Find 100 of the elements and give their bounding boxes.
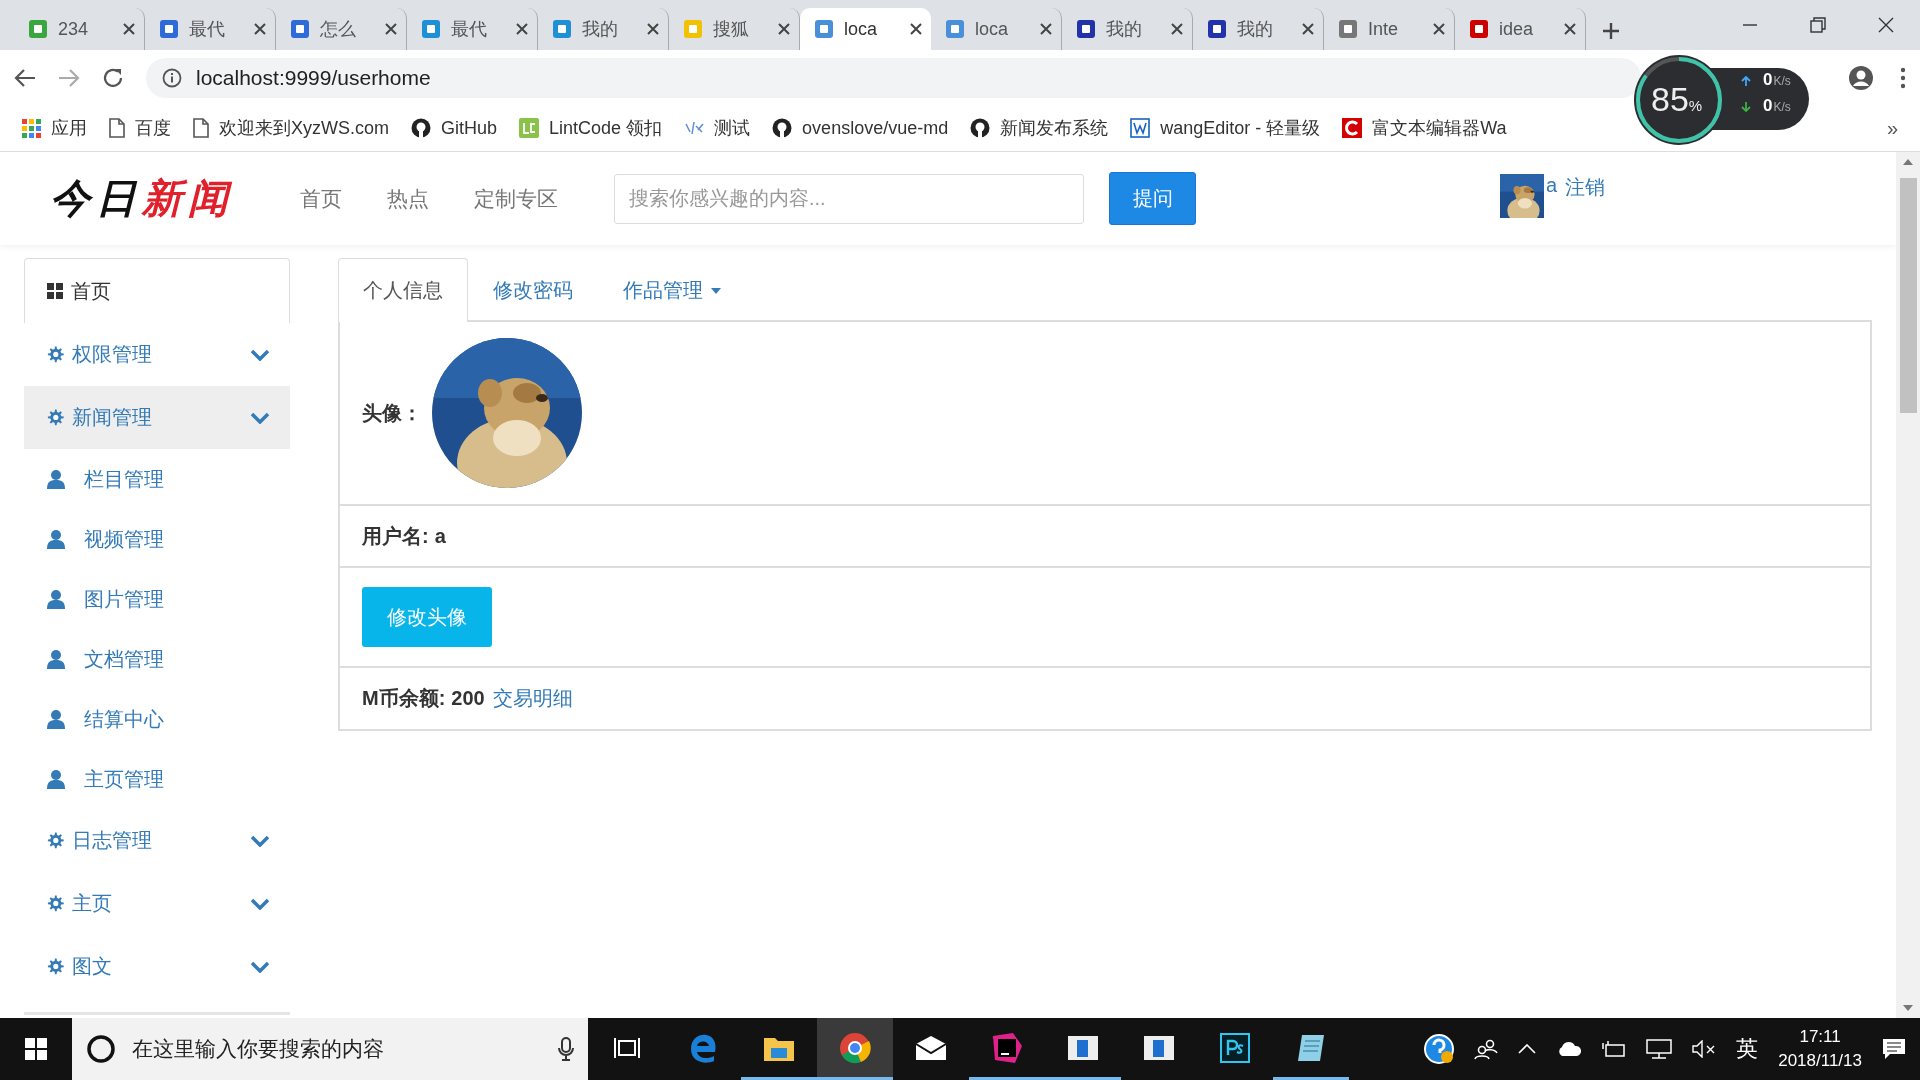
- close-icon[interactable]: [122, 22, 136, 36]
- site-icon: [1076, 19, 1096, 39]
- sidebar-item[interactable]: 图文: [24, 935, 290, 998]
- github-icon: [970, 118, 991, 138]
- apps-icon: [22, 118, 41, 138]
- menu-icon[interactable]: [1900, 66, 1906, 89]
- sidebar-subitem[interactable]: 图片管理: [24, 569, 290, 629]
- network-icon[interactable]: [1646, 1039, 1673, 1059]
- input-method-indicator[interactable]: 英: [1736, 1034, 1759, 1064]
- bookmark-link[interactable]: 新闻发布系统: [1000, 116, 1109, 140]
- nav-link[interactable]: 定制专区: [474, 184, 558, 213]
- sidebar-subitem[interactable]: 主页管理: [24, 749, 290, 809]
- cloud-icon[interactable]: [1556, 1041, 1583, 1057]
- bookmark-link[interactable]: ovenslove/vue-md: [802, 117, 949, 139]
- page-icon: [193, 118, 209, 138]
- field-label: M币余额:: [362, 686, 446, 711]
- window-icon[interactable]: [1143, 1034, 1175, 1061]
- clock-time[interactable]: 17:11: [1799, 1025, 1841, 1049]
- nav-link[interactable]: 首页: [300, 184, 342, 213]
- help-icon[interactable]: [1424, 1034, 1455, 1064]
- close-icon[interactable]: [1039, 22, 1053, 36]
- bookmark-link[interactable]: GitHub: [441, 117, 498, 139]
- reload-icon[interactable]: [102, 66, 124, 89]
- content-tab[interactable]: 作品管理: [598, 258, 746, 322]
- tab-title: 我的: [582, 18, 619, 41]
- caret-icon: [711, 287, 721, 294]
- person-icon: [46, 469, 66, 489]
- upload-speed: 0K/s: [1763, 70, 1791, 90]
- site-icon: [290, 19, 310, 39]
- sidebar-item[interactable]: 主页: [24, 872, 290, 935]
- battery-icon[interactable]: [1602, 1040, 1627, 1058]
- scrollbar-thumb[interactable]: [1899, 178, 1917, 413]
- sidebar-item[interactable]: 首页: [24, 258, 290, 323]
- nav-link[interactable]: 热点: [387, 184, 429, 213]
- close-icon[interactable]: [384, 22, 398, 36]
- site-icon: [814, 19, 834, 39]
- ask-button[interactable]: 提问: [1109, 172, 1196, 225]
- bookmark-link[interactable]: 百度: [135, 116, 171, 140]
- microphone-icon[interactable]: [558, 1037, 574, 1061]
- taskbar-search-box[interactable]: 在这里输入你要搜索的内容: [72, 1018, 588, 1080]
- sidebar-subitem[interactable]: 结算中心: [24, 689, 290, 749]
- scrollbar[interactable]: [1896, 152, 1920, 1018]
- close-icon[interactable]: [1563, 22, 1577, 36]
- sidebar-item[interactable]: 日志管理: [24, 809, 290, 872]
- sidebar-item[interactable]: 权限管理: [24, 323, 290, 386]
- window-icon[interactable]: [1067, 1034, 1099, 1061]
- account-icon[interactable]: [1848, 64, 1874, 91]
- person-icon: [46, 709, 66, 729]
- notepad-icon[interactable]: [1296, 1032, 1326, 1063]
- down-arrow-icon: [1903, 1005, 1913, 1011]
- ide-icon[interactable]: [991, 1031, 1023, 1064]
- ps-icon[interactable]: [1220, 1032, 1250, 1063]
- plus-icon[interactable]: [1602, 22, 1620, 40]
- search-field[interactable]: 搜索你感兴趣的内容...: [614, 173, 1084, 224]
- logout-link[interactable]: 注销: [1565, 174, 1606, 201]
- back-icon[interactable]: [14, 67, 36, 88]
- close-icon[interactable]: [777, 22, 791, 36]
- close-icon[interactable]: [1301, 22, 1315, 36]
- bookmark-link[interactable]: 欢迎来到XyzWS.com: [219, 116, 389, 140]
- muted-speaker-icon[interactable]: [1692, 1040, 1717, 1058]
- bookmark-link[interactable]: 富文本编辑器Wa: [1372, 116, 1507, 140]
- bookmark-link[interactable]: LintCode 领扣: [549, 116, 663, 140]
- bookmark-link[interactable]: wangEditor - 轻量级: [1160, 116, 1321, 140]
- close-icon[interactable]: [253, 22, 267, 36]
- gear-icon: [46, 408, 66, 427]
- sidebar-subitem[interactable]: 栏目管理: [24, 449, 290, 509]
- tab-title: loca: [975, 18, 1010, 40]
- circle-icon: [86, 1034, 116, 1064]
- windows-icon[interactable]: [25, 1038, 47, 1060]
- chrome-icon[interactable]: [839, 1031, 871, 1064]
- sidebar-item[interactable]: 新闻管理: [24, 386, 290, 449]
- url-text: localhost:9999/userhome: [196, 65, 431, 90]
- address-field[interactable]: localhost:9999/userhome: [146, 57, 1641, 98]
- site-icon: [28, 19, 48, 39]
- bookmark-link[interactable]: 测试: [714, 116, 751, 140]
- task-view-icon[interactable]: [614, 1035, 640, 1060]
- mail-icon[interactable]: [915, 1034, 947, 1061]
- sidebar-subitem[interactable]: 视频管理: [24, 509, 290, 569]
- restore-icon[interactable]: [1810, 17, 1826, 33]
- user-name-link[interactable]: a: [1546, 174, 1558, 197]
- taskbar-search-field[interactable]: 在这里输入你要搜索的内容: [130, 1036, 544, 1062]
- clock-date[interactable]: 2018/11/13: [1778, 1049, 1862, 1073]
- page-icon: [109, 118, 125, 138]
- close-icon[interactable]: [646, 22, 660, 36]
- browser-tab[interactable]: loca: [800, 8, 931, 50]
- transactions-link[interactable]: 交易明细: [492, 685, 573, 712]
- close-icon[interactable]: [515, 22, 529, 36]
- sidebar-subitem[interactable]: 文档管理: [24, 629, 290, 689]
- notification-icon[interactable]: [1882, 1038, 1906, 1060]
- people-icon[interactable]: [1474, 1038, 1499, 1060]
- more-bookmarks-button[interactable]: »: [1886, 116, 1898, 140]
- close-icon[interactable]: [1170, 22, 1184, 36]
- close-icon[interactable]: [1878, 17, 1894, 33]
- content-tab[interactable]: 个人信息: [338, 258, 468, 322]
- content-tab[interactable]: 修改密码: [468, 258, 598, 322]
- chevron-up-icon[interactable]: [1518, 1044, 1537, 1054]
- chevron-down-icon: [250, 348, 270, 361]
- close-icon[interactable]: [909, 22, 923, 36]
- close-icon[interactable]: [1432, 22, 1446, 36]
- bookmark-link[interactable]: 应用: [51, 116, 87, 140]
